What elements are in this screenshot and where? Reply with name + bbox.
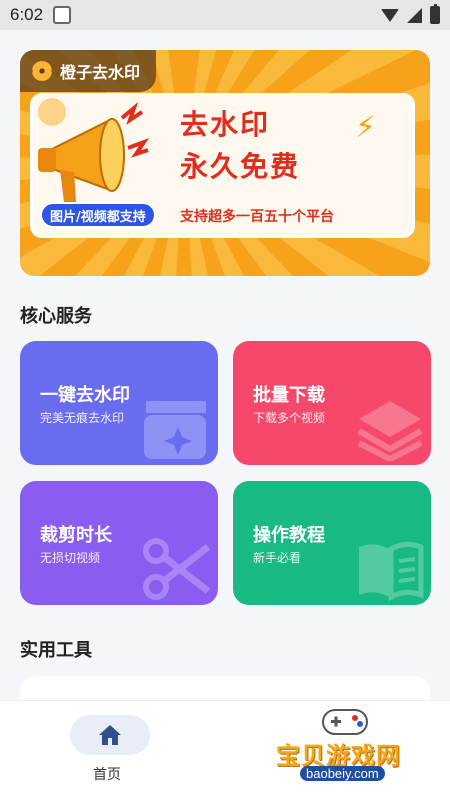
site-watermark: 宝贝游戏网 baobeiy.com [270,702,420,792]
scissors-icon [143,538,211,600]
service-card-batch-download[interactable]: 批量下载 下载多个视频 [233,341,431,465]
card-title: 操作教程 [253,525,325,546]
headline-line-1: 去水印 [180,108,271,141]
service-card-tutorial[interactable]: 操作教程 新手必看 [233,481,431,605]
home-icon [99,725,121,745]
nav-home-label: 首页 [93,767,121,783]
banner-subtitle: 支持超多一百五十个平台 [180,209,334,225]
status-time: 6:02 [10,5,44,24]
notification-app-icon [53,6,72,24]
card-subtitle: 完美无痕去水印 [40,411,125,425]
service-card-remove-watermark[interactable]: 一键去水印 完美无痕去水印 [20,341,218,465]
lightning-icon: ⚡ [355,110,377,145]
banner-pill: 图片/视频都支持 [40,202,156,228]
service-card-trim-duration[interactable]: 裁剪时长 无损切视频 [20,481,218,605]
banner-app-tag: 橙子去水印 [20,50,157,92]
layers-icon [357,401,423,461]
wifi-icon [381,8,399,22]
banner-app-name: 橙子去水印 [60,63,141,82]
card-subtitle: 下载多个视频 [253,411,326,425]
battery-icon [430,4,440,24]
card-title: 一键去水印 [40,385,130,406]
headline-line-2: 永久免费 [180,150,301,183]
megaphone-icon [38,98,150,202]
tools-title: 实用工具 [20,640,92,661]
watermark-url: baobeiy.com [300,766,385,781]
card-title: 批量下载 [253,385,325,406]
card-title: 裁剪时长 [40,525,112,546]
signal-icon [407,7,422,23]
status-icons [381,4,440,24]
promo-banner[interactable]: 橙子去水印 去水印 永久免费 ⚡ 图片/视频都支持 支持超多一百五十个平台 [20,50,430,276]
status-bar: 6:02 [0,0,450,30]
card-subtitle: 新手必看 [253,551,302,565]
gamepad-icon [322,709,368,735]
banner-headline: 去水印 永久免费 [180,104,300,188]
card-subtitle: 无损切视频 [40,551,101,565]
core-services-title: 核心服务 [20,306,92,327]
gear-icon [32,61,52,81]
book-icon [359,541,424,601]
nav-home-button[interactable] [70,715,150,755]
clapper-sparkle-icon [144,401,206,459]
